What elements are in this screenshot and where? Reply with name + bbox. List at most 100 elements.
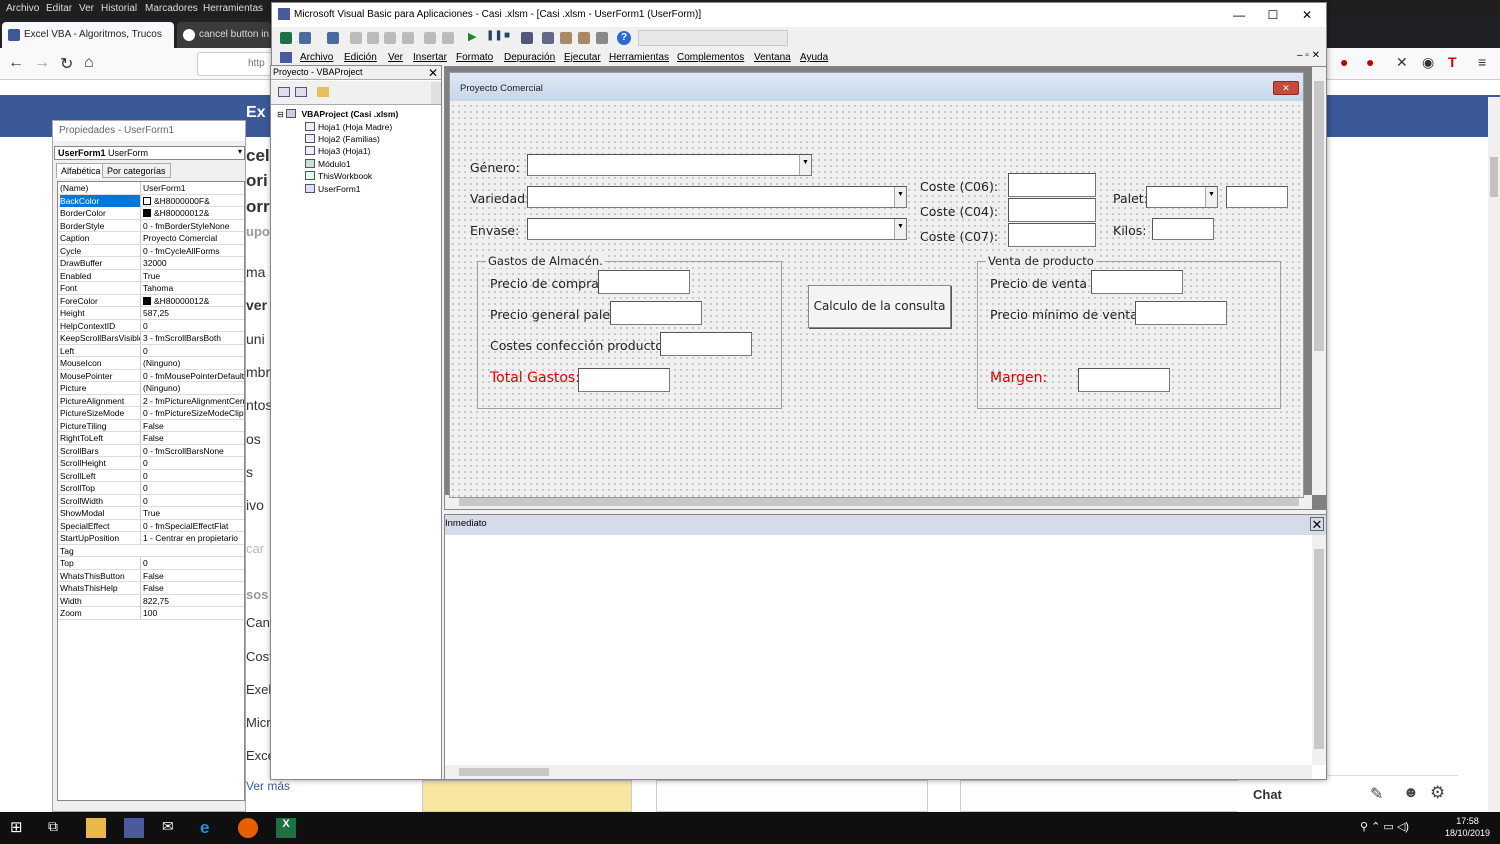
designer-hscroll-thumb[interactable] [459, 498, 1299, 506]
project-scrollbar[interactable] [431, 82, 441, 104]
property-value[interactable]: 822,75 [140, 594, 244, 607]
property-value[interactable]: 587,25 [140, 307, 244, 319]
property-row[interactable]: Zoom 100 [58, 607, 244, 620]
property-row[interactable]: WhatsThisButton False [58, 569, 244, 582]
property-row[interactable]: SpecialEffect 0 - fmSpecialEffectFlat [58, 519, 244, 532]
menu-edicion[interactable]: Edición [344, 52, 377, 63]
property-value[interactable]: True [140, 507, 244, 519]
save-icon[interactable] [327, 32, 339, 44]
properties-icon[interactable] [560, 32, 572, 44]
tree-item-hoja2[interactable]: Hoja2 (Familias) [305, 134, 380, 144]
ff-menu-marcadores[interactable]: Marcadores [145, 3, 198, 14]
chevron-down-icon[interactable]: ▼ [894, 219, 906, 239]
minimize-button[interactable]: — [1222, 5, 1256, 25]
userform-proyecto-comercial[interactable]: Proyecto Comercial ✕ Género: ▼ Variedad:… [449, 72, 1304, 498]
firefox-icon[interactable] [238, 818, 258, 838]
property-value[interactable]: &H8000000F& [140, 194, 244, 207]
property-value[interactable]: (Ninguno) [140, 382, 244, 394]
ff-menu-editar[interactable]: Editar [46, 3, 72, 14]
menu-archivo[interactable]: Archivo [300, 52, 333, 63]
property-value[interactable]: 0 [140, 469, 244, 482]
chevron-down-icon[interactable]: ▼ [894, 187, 906, 207]
property-value[interactable]: 1 - Centrar en propietario [140, 532, 244, 544]
immediate-close-icon[interactable]: ✕ [1310, 517, 1324, 531]
property-value[interactable]: UserForm1 [140, 182, 244, 194]
ff-menu-herramientas[interactable]: Herramientas [203, 3, 263, 14]
combo-variedad[interactable]: ▼ [527, 186, 907, 208]
textbox-margen[interactable] [1078, 368, 1170, 392]
menu-ayuda[interactable]: Ayuda [800, 52, 828, 63]
textbox-coste-c06[interactable] [1008, 173, 1096, 197]
redo-icon[interactable] [442, 32, 454, 44]
property-value[interactable]: 32000 [140, 257, 244, 269]
textbox-coste-c04[interactable] [1008, 198, 1096, 222]
tray-icons[interactable]: ⚲ ⌃ ▭ ◁) [1360, 820, 1409, 833]
property-row[interactable]: Width 822,75 [58, 594, 244, 607]
ff-menu-archivo[interactable]: Archivo [6, 3, 39, 14]
immediate-hscroll-thumb[interactable] [459, 768, 549, 776]
vba-editor-icon[interactable] [124, 818, 144, 838]
properties-object-select[interactable]: UserForm1 UserForm ▾ [54, 146, 245, 160]
insert-userform-icon[interactable] [299, 32, 311, 44]
property-value[interactable]: 3 - fmScrollBarsBoth [140, 332, 244, 344]
property-value[interactable]: 0 [140, 457, 244, 469]
project-close-icon[interactable]: ✕ [428, 66, 438, 80]
textbox-precio-minimo-venta[interactable] [1135, 301, 1227, 325]
immediate-hscroll[interactable] [445, 765, 1312, 779]
designer-vscroll[interactable] [1312, 67, 1326, 495]
chevron-down-icon[interactable]: ▼ [799, 155, 811, 175]
property-value[interactable]: 0 - fmCycleAllForms [140, 244, 244, 257]
back-icon[interactable]: ← [8, 54, 24, 72]
property-row[interactable]: ScrollLeft 0 [58, 469, 244, 482]
tree-root[interactable]: ⊟ VBAProject (Casi .xlsm) [277, 109, 398, 119]
textbox-coste-c07[interactable] [1008, 223, 1096, 247]
property-row[interactable]: PictureTiling False [58, 419, 244, 432]
extension-icon[interactable]: ● [1366, 54, 1374, 70]
close-icon[interactable]: ✕ [1396, 54, 1408, 71]
property-row[interactable]: Cycle 0 - fmCycleAllForms [58, 244, 244, 257]
property-value[interactable]: (Ninguno) [140, 357, 244, 369]
thumbnail[interactable] [656, 780, 928, 812]
property-value[interactable]: False [140, 569, 244, 582]
chevron-down-icon[interactable]: ▼ [1205, 187, 1217, 207]
toolbox-icon[interactable] [596, 32, 608, 44]
mdi-controls[interactable]: – ▫ ✕ [1297, 50, 1320, 61]
menu-depuracion[interactable]: Depuración [504, 52, 555, 63]
property-value[interactable]: 0 [140, 319, 244, 332]
property-value[interactable]: 0 - fmPictureSizeModeClip [140, 407, 244, 419]
menu-insertar[interactable]: Insertar [413, 52, 447, 63]
forward-icon[interactable]: → [34, 54, 50, 72]
find-icon[interactable] [402, 32, 414, 44]
adblock-icon[interactable]: ● [1340, 54, 1348, 70]
tab-cancel-button[interactable]: cancel button in [177, 22, 271, 48]
property-row[interactable]: ShowModal True [58, 507, 244, 520]
menu-herramientas[interactable]: Herramientas [609, 52, 669, 63]
page-scroll-thumb[interactable] [1490, 157, 1498, 197]
property-row[interactable]: Left 0 [58, 344, 244, 357]
page-scrollbar[interactable] [1488, 97, 1500, 812]
property-row[interactable]: RightToLeft False [58, 432, 244, 445]
property-value[interactable]: &H80000012& [140, 294, 244, 307]
property-row[interactable]: HelpContextID 0 [58, 319, 244, 332]
mail-icon[interactable]: ✉ [162, 818, 182, 838]
tree-item-thisworkbook[interactable]: ThisWorkbook [305, 171, 372, 181]
combo-envase[interactable]: ▼ [527, 218, 907, 240]
property-value[interactable]: 0 - fmBorderStyleNone [140, 219, 244, 232]
property-row[interactable]: Enabled True [58, 269, 244, 282]
settings-gear-icon[interactable]: ⚙ [1430, 783, 1445, 803]
tab-alfabetica[interactable]: Alfabética [56, 163, 106, 178]
property-value[interactable]: 0 [140, 344, 244, 357]
textbox-precio-venta[interactable] [1091, 270, 1183, 294]
calculo-consulta-button[interactable]: Calculo de la consulta [808, 285, 951, 328]
design-mode-icon[interactable] [521, 32, 533, 44]
property-row[interactable]: ScrollBars 0 - fmScrollBarsNone [58, 444, 244, 457]
frame-venta-producto[interactable]: Venta de producto Precio de venta : Prec… [977, 254, 1281, 409]
contacts-icon[interactable]: ☻ [1403, 784, 1419, 801]
property-row[interactable]: BackColor &H8000000F& [58, 194, 244, 207]
property-row[interactable]: BorderColor &H80000012& [58, 207, 244, 220]
account-icon[interactable]: ◉ [1422, 54, 1434, 71]
property-row[interactable]: ScrollTop 0 [58, 482, 244, 495]
property-value[interactable]: 0 [140, 557, 244, 569]
property-row[interactable]: Picture (Ninguno) [58, 382, 244, 395]
tree-item-hoja1[interactable]: Hoja1 (Hoja Madre) [305, 122, 392, 132]
